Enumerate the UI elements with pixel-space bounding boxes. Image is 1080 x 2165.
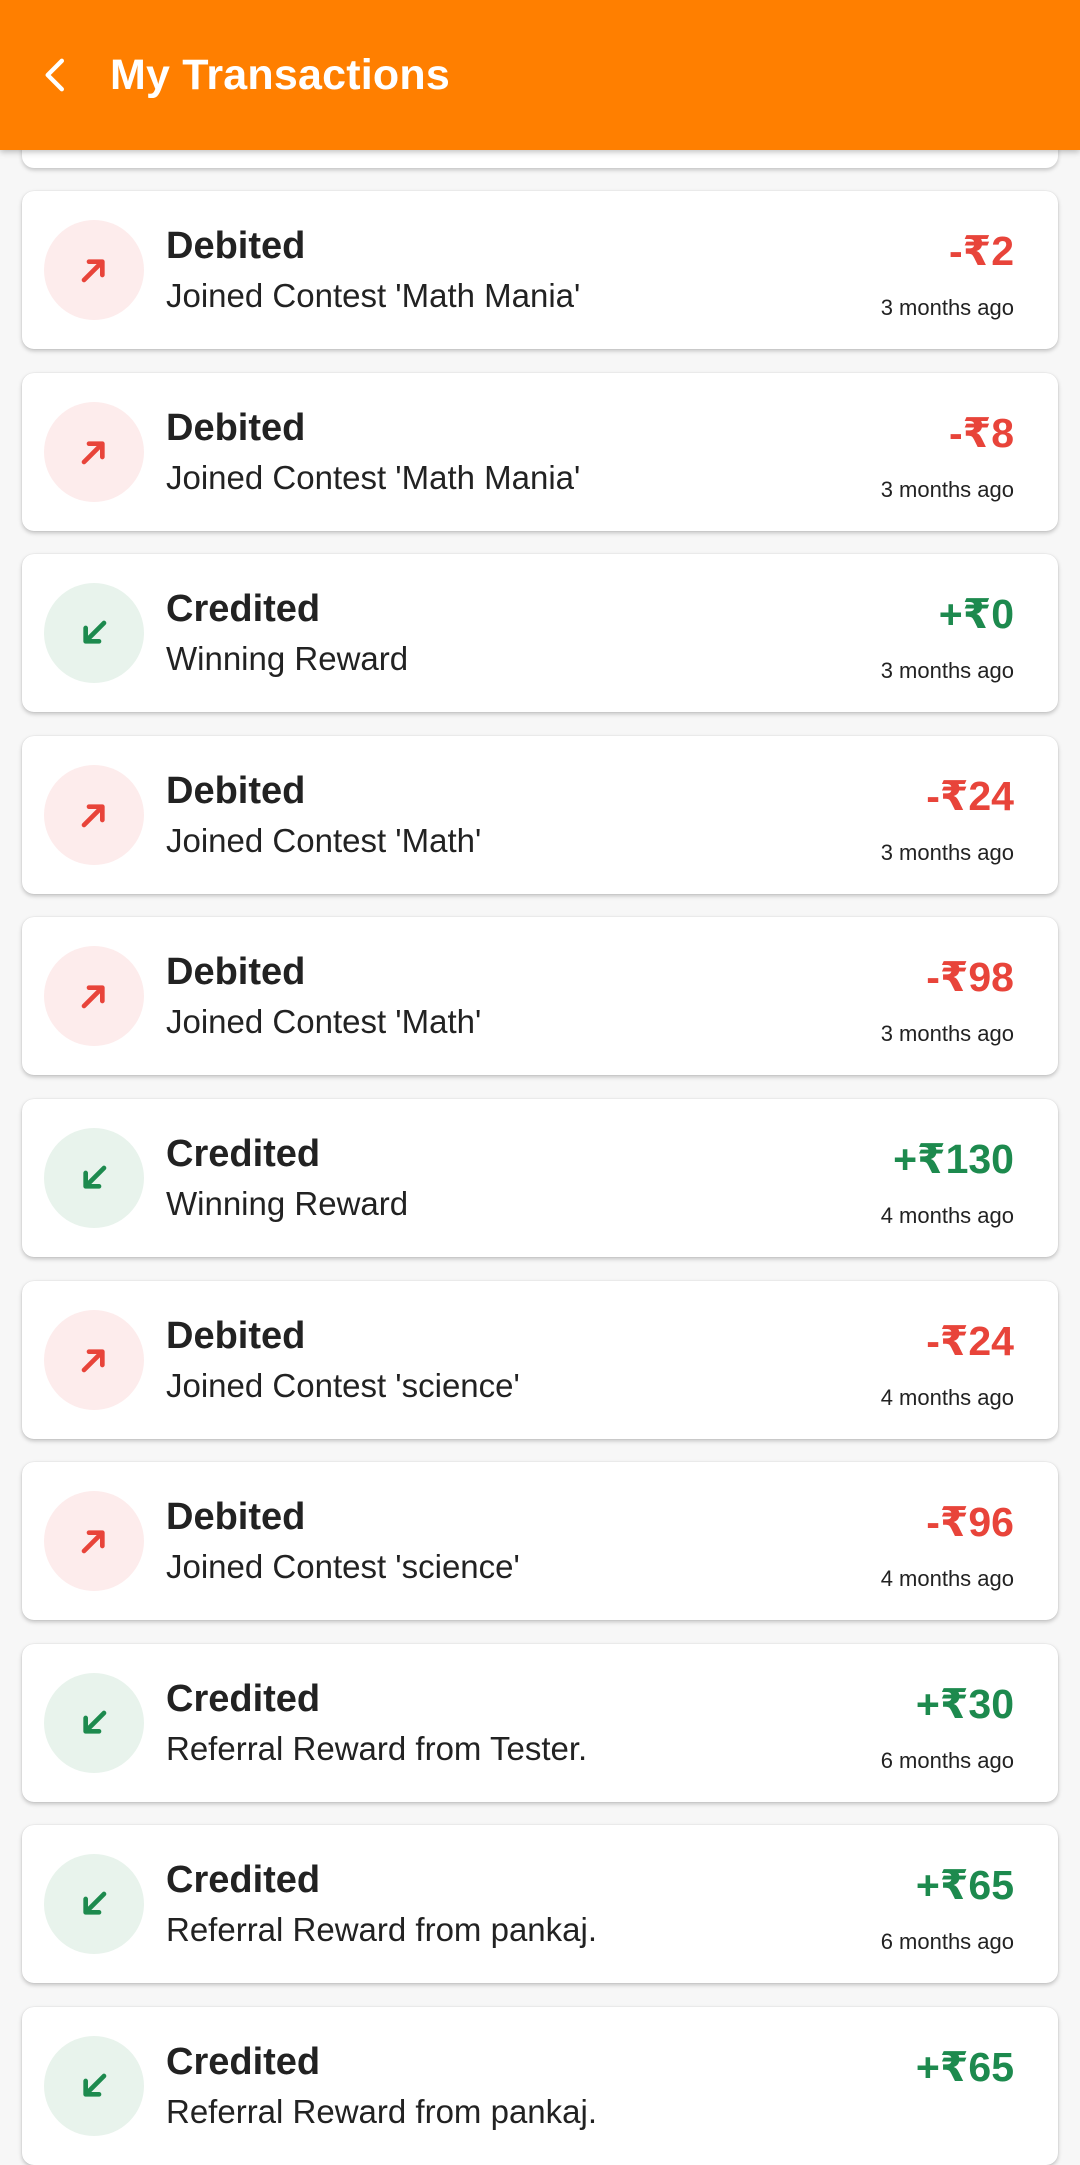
transaction-time: 6 months ago xyxy=(880,1748,1014,1773)
transaction-card[interactable]: Credited Referral Reward from Tester. +₹30… xyxy=(22,1644,1058,1802)
transaction-type: Credited xyxy=(166,1859,321,1901)
transaction-time: 3 months ago xyxy=(880,295,1014,320)
arrow-up-right-icon xyxy=(81,985,105,1009)
transaction-time: 4 months ago xyxy=(880,1385,1014,1410)
transaction-description: Winning Reward xyxy=(166,640,409,677)
transaction-card[interactable]: Debited Joined Contest 'Math Mania' -₹8 3 m… xyxy=(22,373,1058,531)
app-bar: My Transactions xyxy=(0,0,1080,150)
transaction-icon-badge xyxy=(44,583,144,683)
transaction-card[interactable]: Credited Referral Reward from pankaj. +₹65 xyxy=(22,2007,1058,2165)
transaction-card[interactable]: Credited Winning Reward +₹130 4 months ago xyxy=(22,1099,1058,1257)
transaction-time: 3 months ago xyxy=(880,477,1014,502)
transaction-description: Referral Reward from pankaj. xyxy=(166,1911,597,1948)
arrow-up-right-icon xyxy=(81,804,105,828)
transaction-amount: +₹65 xyxy=(915,1862,1014,1908)
transaction-amount: +₹30 xyxy=(915,1681,1014,1727)
transaction-card[interactable]: Debited Joined Contest 'Math Mania' -₹2 3 m… xyxy=(22,191,1058,349)
page-title: My Transactions xyxy=(110,50,450,99)
transaction-description: Winning Reward xyxy=(166,1185,409,1222)
transaction-description: Joined Contest 'science' xyxy=(166,1548,520,1585)
transaction-amount: -₹98 xyxy=(926,954,1014,1000)
transaction-icon-badge xyxy=(44,2036,144,2136)
transaction-amount: -₹2 xyxy=(949,228,1014,274)
transaction-type: Debited xyxy=(166,225,306,267)
transaction-description: Joined Contest 'Math' xyxy=(166,1003,482,1040)
transaction-type: Credited xyxy=(166,1133,321,1175)
transaction-icon-badge xyxy=(44,1128,144,1228)
transaction-amount: -₹24 xyxy=(926,1318,1014,1364)
transaction-type: Credited xyxy=(166,2041,321,2083)
arrow-up-right-icon xyxy=(81,259,105,283)
transaction-amount: +₹130 xyxy=(893,1136,1014,1182)
transaction-amount: -₹96 xyxy=(926,1499,1014,1545)
transaction-description: Joined Contest 'Math' xyxy=(166,822,482,859)
transaction-time: 3 months ago xyxy=(880,658,1014,683)
arrow-down-left-icon xyxy=(83,1891,107,1915)
transaction-description: Referral Reward from pankaj. xyxy=(166,2093,597,2130)
transaction-description: Joined Contest 'science' xyxy=(166,1367,520,1404)
transaction-description: Referral Reward from Tester. xyxy=(166,1730,588,1767)
transaction-description: Joined Contest 'Math Mania' xyxy=(166,459,581,496)
transaction-card[interactable]: Credited Winning Reward +₹0 3 months ago xyxy=(22,554,1058,712)
transaction-type: Debited xyxy=(166,1496,306,1538)
transaction-time: 3 months ago xyxy=(880,1021,1014,1046)
transaction-time: 3 months ago xyxy=(880,840,1014,865)
transaction-card[interactable]: Debited Joined Contest 'Math' -₹98 3 months… xyxy=(22,917,1058,1075)
transaction-icon-badge xyxy=(44,765,144,865)
transaction-card[interactable]: Debited Joined Contest 'science' -₹96 4 mon… xyxy=(22,1462,1058,1620)
transaction-icon-badge xyxy=(44,1673,144,1773)
transaction-type: Debited xyxy=(166,770,306,812)
transaction-card[interactable]: Debited Joined Contest 'science' -₹24 4 mon… xyxy=(22,1281,1058,1439)
transaction-type: Debited xyxy=(166,1315,306,1357)
transaction-card[interactable]: Credited Referral Reward from pankaj. +₹65… xyxy=(22,1825,1058,1983)
transaction-amount: -₹8 xyxy=(949,410,1014,456)
transaction-time: 4 months ago xyxy=(880,1566,1014,1591)
arrow-back-icon xyxy=(45,58,64,92)
transaction-type: Debited xyxy=(166,951,306,993)
transaction-icon-badge xyxy=(44,402,144,502)
arrow-down-left-icon xyxy=(83,1710,107,1734)
arrow-up-right-icon xyxy=(81,1530,105,1554)
transaction-type: Debited xyxy=(166,407,306,449)
transaction-card[interactable]: Debited Joined Contest 'Math' -₹24 3 months… xyxy=(22,736,1058,894)
transaction-description: Joined Contest 'Math Mania' xyxy=(166,277,581,314)
back-button[interactable] xyxy=(20,39,92,111)
transaction-amount: -₹24 xyxy=(926,773,1014,819)
transaction-amount: +₹0 xyxy=(938,591,1014,637)
arrow-down-left-icon xyxy=(83,620,107,644)
arrow-up-right-icon xyxy=(81,1349,105,1373)
transaction-icon-badge xyxy=(44,1310,144,1410)
transaction-amount: +₹65 xyxy=(915,2044,1014,2090)
transaction-icon-badge xyxy=(44,220,144,320)
transaction-icon-badge xyxy=(44,1854,144,1954)
transaction-time: 4 months ago xyxy=(880,1203,1014,1228)
arrow-down-left-icon xyxy=(83,1165,107,1189)
arrow-up-right-icon xyxy=(81,441,105,465)
transaction-type: Credited xyxy=(166,588,321,630)
transaction-icon-badge xyxy=(44,946,144,1046)
arrow-down-left-icon xyxy=(83,2073,107,2097)
transaction-icon-badge xyxy=(44,1491,144,1591)
transaction-type: Credited xyxy=(166,1678,321,1720)
transaction-time: 6 months ago xyxy=(880,1929,1014,1954)
